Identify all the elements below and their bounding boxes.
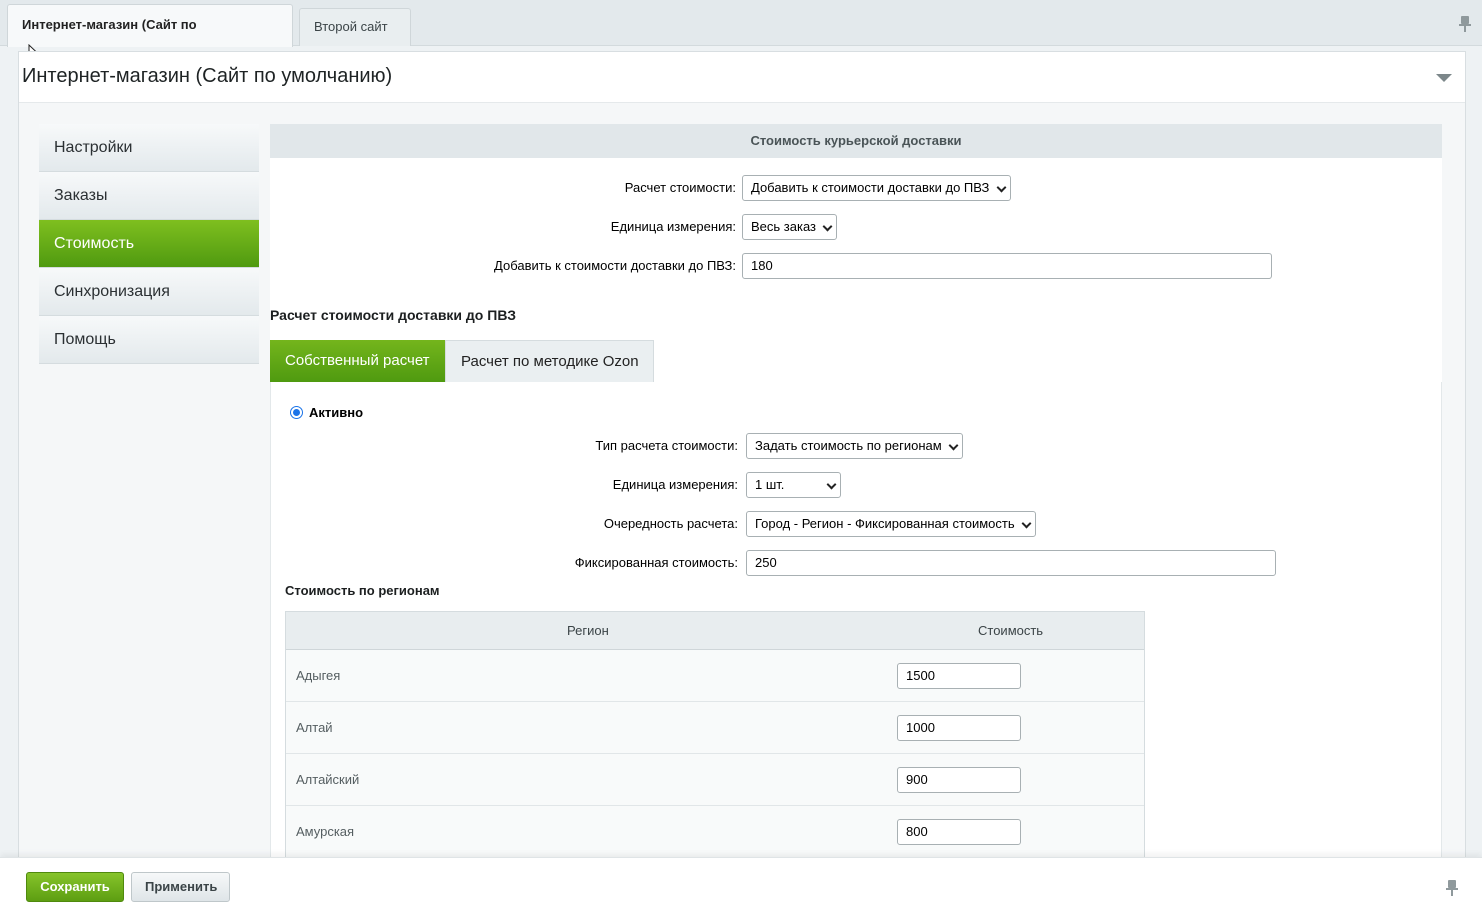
- side-item-help[interactable]: Помощь: [39, 316, 259, 364]
- side-item-cost[interactable]: Стоимость: [39, 220, 259, 268]
- pvz-type-row: Тип расчета стоимости:: [271, 433, 738, 459]
- courier-unit-label: Единица измерения:: [610, 219, 736, 234]
- page-title: Интернет-магазин (Сайт по умолчанию): [22, 65, 393, 87]
- region-cost-input[interactable]: 1000: [897, 715, 1021, 741]
- table-row: Адыгея 1500: [286, 650, 1144, 702]
- pvz-unit-select[interactable]: 1 шт.: [746, 472, 841, 498]
- active-radio[interactable]: [290, 406, 303, 419]
- pvz-order-select[interactable]: Город - Регион - Фиксированная стоимость: [746, 511, 1036, 537]
- col-region: Регион: [567, 623, 609, 638]
- region-name: Амурская: [296, 824, 355, 839]
- pin-icon[interactable]: [1459, 16, 1471, 32]
- pvz-fixed-row: Фиксированная стоимость:: [271, 550, 738, 576]
- courier-unit-select[interactable]: Весь заказ: [742, 214, 837, 240]
- chevron-down-icon: [1021, 518, 1032, 529]
- pvz-order-row: Очередность расчета:: [271, 511, 738, 537]
- apply-button[interactable]: Применить: [131, 872, 230, 902]
- pvz-section-title: Расчет стоимости доставки до ПВЗ: [270, 307, 517, 323]
- region-cost-input[interactable]: 900: [897, 767, 1021, 793]
- tab-ozon-calc[interactable]: Расчет по методике Ozon: [445, 340, 654, 382]
- collapse-arrow-icon[interactable]: [1436, 74, 1452, 82]
- regions-table: Регион Стоимость Адыгея 1500 Алтай 1000 …: [285, 611, 1145, 858]
- chevron-down-icon: [948, 440, 959, 451]
- table-row: Алтайский 900: [286, 754, 1144, 806]
- pvz-fixed-label: Фиксированная стоимость:: [574, 555, 738, 570]
- courier-calc-select[interactable]: Добавить к стоимости доставки до ПВЗ: [742, 175, 1011, 201]
- side-item-settings[interactable]: Настройки: [39, 124, 259, 172]
- chevron-down-icon: [996, 182, 1007, 193]
- courier-section-title: Стоимость курьерской доставки: [270, 124, 1442, 158]
- courier-add-input[interactable]: 180: [742, 253, 1272, 279]
- footer-bar: Сохранить Применить: [0, 857, 1482, 915]
- region-name: Алтайский: [296, 772, 360, 787]
- regions-title: Стоимость по регионам: [285, 583, 440, 598]
- pvz-order-label: Очередность расчета:: [603, 516, 738, 531]
- region-cost-input[interactable]: 800: [897, 819, 1021, 845]
- region-cost-input[interactable]: 1500: [897, 663, 1021, 689]
- side-item-orders[interactable]: Заказы: [39, 172, 259, 220]
- main-panel: Интернет-магазин (Сайт по умолчанию) Нас…: [18, 51, 1466, 915]
- pin-icon[interactable]: [1446, 880, 1458, 896]
- pvz-fixed-input[interactable]: 250: [746, 550, 1276, 576]
- courier-calc-row: Расчет стоимости:: [270, 175, 736, 201]
- chevron-down-icon: [822, 221, 833, 232]
- pvz-unit-label: Единица измерения:: [612, 477, 738, 492]
- tab-default-site[interactable]: Интернет-магазин (Сайт по умолчанию): [7, 4, 293, 72]
- active-label: Активно: [309, 405, 364, 420]
- table-row: Амурская 800: [286, 806, 1144, 858]
- table-row: Алтай 1000: [286, 702, 1144, 754]
- chevron-down-icon: [826, 479, 837, 490]
- courier-unit-row: Единица измерения:: [270, 214, 736, 240]
- pvz-unit-row: Единица измерения:: [271, 472, 738, 498]
- side-item-sync[interactable]: Синхронизация: [39, 268, 259, 316]
- site-tabs: Интернет-магазин (Сайт по умолчанию) Вто…: [0, 0, 1482, 72]
- region-name: Адыгея: [296, 668, 341, 683]
- pvz-type-label: Тип расчета стоимости:: [595, 438, 738, 453]
- content-area: Стоимость курьерской доставки Расчет сто…: [270, 124, 1442, 915]
- courier-add-row: Добавить к стоимости доставки до ПВЗ:: [270, 253, 736, 279]
- tab-second-site[interactable]: Второй сайт: [299, 8, 411, 46]
- col-cost: Стоимость: [978, 623, 1044, 638]
- pvz-type-select[interactable]: Задать стоимость по регионам: [746, 433, 963, 459]
- save-button[interactable]: Сохранить: [26, 872, 124, 902]
- tab-own-calc[interactable]: Собственный расчет: [270, 340, 445, 382]
- region-name: Алтай: [296, 720, 333, 735]
- panel-body: Настройки Заказы Стоимость Синхронизация…: [19, 102, 1465, 915]
- side-menu: Настройки Заказы Стоимость Синхронизация…: [39, 124, 259, 364]
- pvz-calc-body: Активно Тип расчета стоимости: Задать ст…: [270, 382, 1442, 915]
- courier-add-label: Добавить к стоимости доставки до ПВЗ:: [494, 258, 736, 273]
- courier-calc-label: Расчет стоимости:: [624, 180, 736, 195]
- regions-table-header: Регион Стоимость: [286, 612, 1144, 650]
